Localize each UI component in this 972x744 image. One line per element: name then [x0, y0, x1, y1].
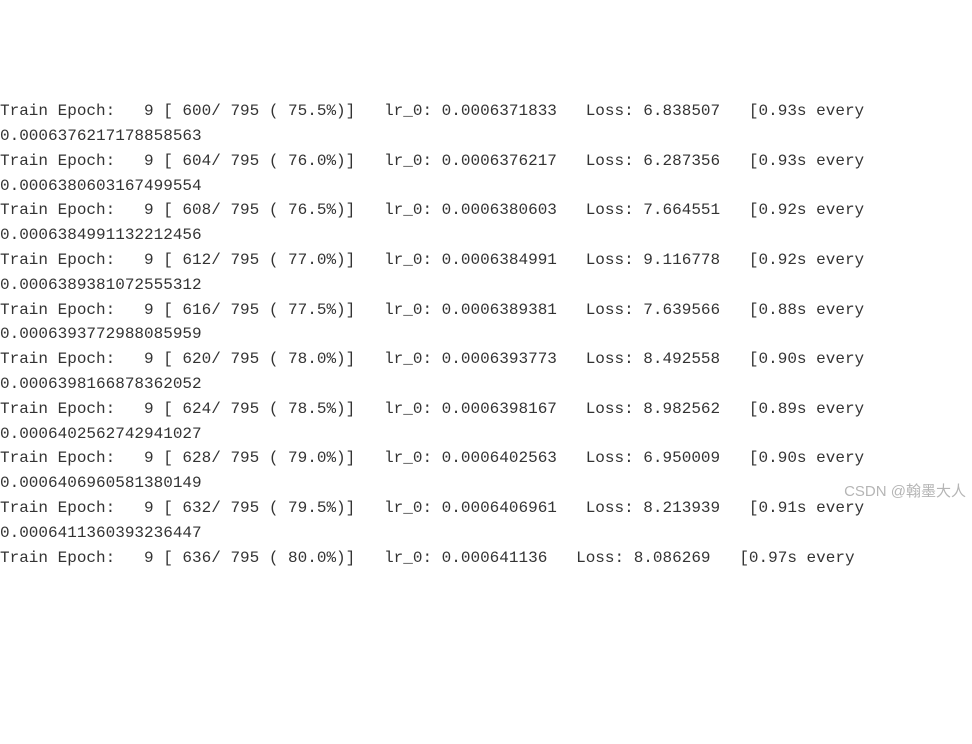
watermark-text: CSDN @翰墨大人 [844, 480, 966, 503]
training-log-output: Train Epoch: 9 [ 600/ 795 ( 75.5%)] lr_0… [0, 99, 972, 570]
